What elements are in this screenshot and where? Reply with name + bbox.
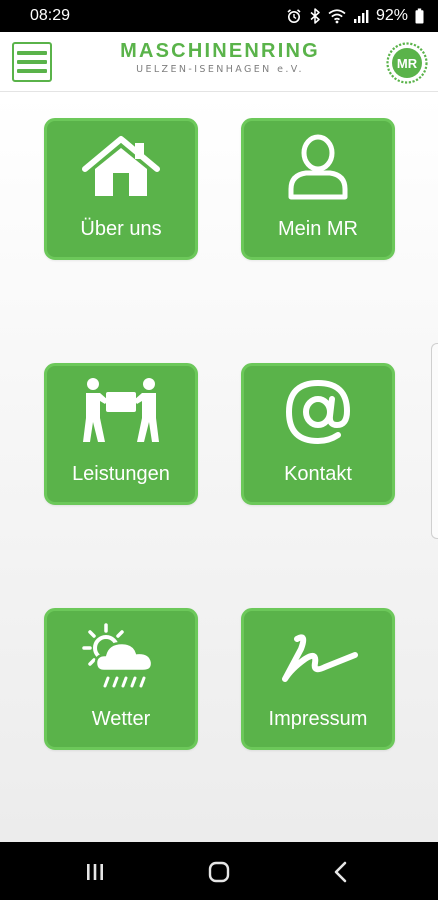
status-icons: 92%	[286, 7, 424, 25]
signal-icon	[353, 10, 369, 23]
signature-icon	[244, 621, 392, 693]
menu-line	[17, 60, 47, 64]
mr-logo-text: MR	[397, 56, 418, 71]
tile-label: Kontakt	[284, 463, 352, 485]
hamburger-menu-icon[interactable]	[12, 42, 52, 82]
app-header: MASCHINENRING UELZEN-ISENHAGEN e.V. MR	[0, 32, 438, 92]
status-time: 08:29	[30, 7, 71, 24]
people-carrying-box-icon	[47, 376, 195, 448]
tile-ueber-uns[interactable]: Über uns	[44, 118, 198, 260]
wifi-icon	[328, 9, 346, 24]
mr-logo-icon: MR	[386, 42, 428, 84]
menu-line	[17, 69, 47, 73]
tile-label: Über uns	[80, 218, 162, 240]
home-icon[interactable]	[206, 859, 232, 885]
tile-leistungen[interactable]: Leistungen	[44, 363, 198, 505]
sun-cloud-rain-icon	[47, 621, 195, 693]
tile-label: Wetter	[91, 708, 151, 730]
house-icon	[47, 131, 195, 203]
battery-icon	[415, 8, 424, 24]
person-icon	[244, 131, 392, 203]
battery-percent: 92%	[375, 7, 408, 24]
brand-title: MASCHINENRING	[120, 40, 320, 62]
alarm-icon	[287, 9, 301, 23]
brand-logo: MASCHINENRING UELZEN-ISENHAGEN e.V.	[110, 40, 330, 77]
tile-label: Impressum	[268, 708, 368, 730]
at-sign-icon	[244, 376, 392, 448]
tile-kontakt[interactable]: Kontakt	[241, 363, 395, 505]
tile-label: Mein MR	[277, 218, 358, 240]
recent-apps-icon[interactable]	[82, 859, 108, 885]
tile-mein-mr[interactable]: Mein MR	[241, 118, 395, 260]
edge-panel-handle[interactable]	[431, 343, 438, 539]
navigation-bar	[0, 842, 438, 900]
tile-grid: Über uns Mein MR Leistungen Kontakt Wett…	[0, 93, 438, 842]
brand-subtitle: UELZEN-ISENHAGEN e.V.	[136, 64, 304, 75]
tile-label: Leistungen	[72, 463, 170, 485]
bluetooth-icon	[310, 8, 320, 24]
back-icon[interactable]	[328, 859, 354, 885]
tile-impressum[interactable]: Impressum	[241, 608, 395, 750]
menu-line	[17, 51, 47, 55]
tile-wetter[interactable]: Wetter	[44, 608, 198, 750]
status-bar: 08:29 92%	[0, 0, 438, 32]
